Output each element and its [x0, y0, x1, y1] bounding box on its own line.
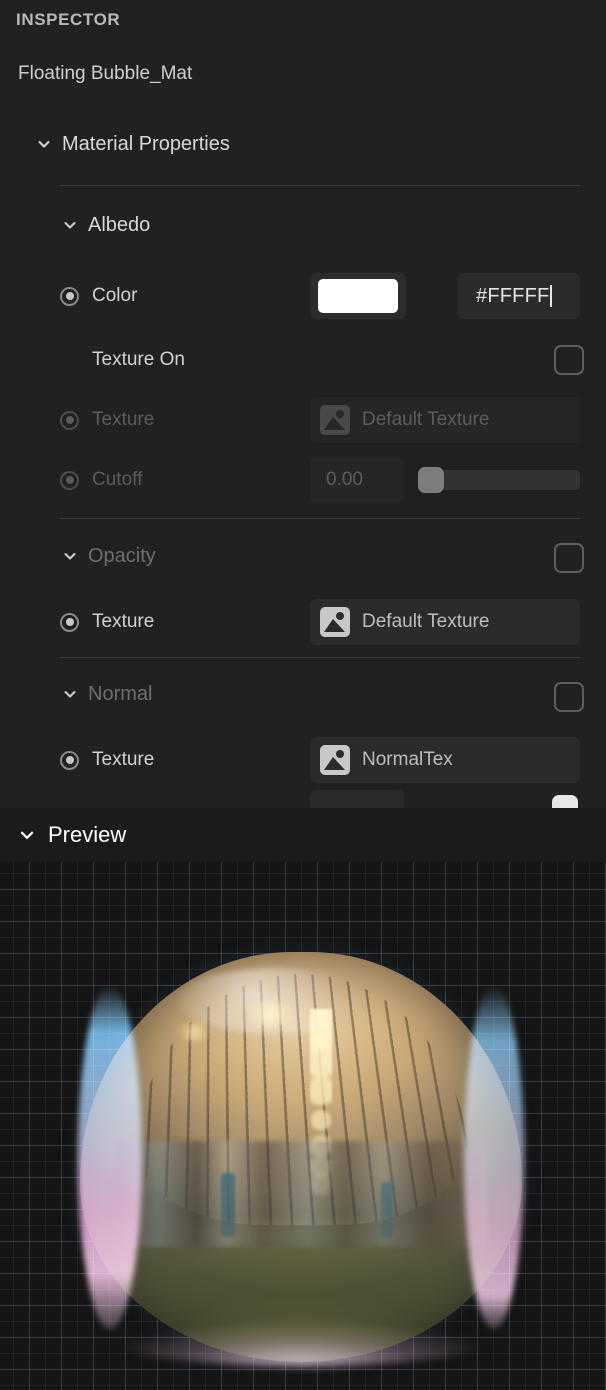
row-albedo-cutoff: Cutoff 0.00	[0, 457, 606, 503]
row-label: Color	[92, 285, 138, 306]
radio-albedo-color[interactable]	[60, 286, 79, 306]
texture-slot-value: NormalTex	[362, 749, 453, 770]
specular-highlight	[177, 968, 372, 1034]
texture-slot-opacity[interactable]: Default Texture	[310, 599, 580, 645]
image-icon	[320, 607, 350, 637]
row-opacity-toggle	[0, 536, 606, 580]
divider	[60, 185, 580, 186]
color-swatch-button[interactable]	[310, 273, 406, 319]
section-header-albedo[interactable]: Albedo	[62, 215, 150, 235]
divider	[60, 657, 580, 658]
preview-viewport[interactable]	[0, 862, 606, 1390]
cutoff-value: 0.00	[326, 469, 363, 490]
row-label: Texture	[92, 611, 155, 632]
slider-track	[430, 470, 580, 490]
section-header-preview[interactable]: Preview	[0, 808, 606, 862]
clipped-number-input[interactable]	[310, 790, 404, 808]
inspector-panel: INSPECTOR Floating Bubble_Mat Material P…	[0, 0, 606, 808]
cutoff-slider[interactable]	[418, 467, 580, 493]
text-cursor	[550, 285, 553, 307]
chevron-down-icon	[36, 136, 52, 152]
image-icon	[320, 745, 350, 775]
clipped-slider-handle[interactable]	[552, 795, 578, 808]
texture-slot-value: Default Texture	[362, 611, 490, 632]
texture-slot-value: Default Texture	[362, 409, 490, 430]
checkbox-normal-enabled[interactable]	[554, 682, 584, 712]
checkbox-albedo-texture-on[interactable]	[554, 345, 584, 375]
row-label: Cutoff	[92, 469, 143, 490]
divider	[60, 518, 580, 519]
iridescent-rim-left	[78, 984, 142, 1330]
radio-albedo-cutoff[interactable]	[60, 470, 79, 490]
chevron-down-icon	[18, 826, 36, 844]
inspector-app: INSPECTOR Floating Bubble_Mat Material P…	[0, 0, 606, 1390]
preview-label: Preview	[48, 822, 127, 847]
radio-opacity-texture[interactable]	[60, 612, 79, 632]
page-title: INSPECTOR	[16, 10, 121, 29]
color-swatch	[318, 279, 398, 313]
row-label: Texture	[92, 749, 155, 770]
row-albedo-texture-on: Texture On	[0, 338, 606, 382]
section-label: Albedo	[88, 214, 151, 236]
row-albedo-texture: Texture Default Texture	[0, 397, 606, 443]
chevron-down-icon	[62, 217, 78, 233]
image-icon	[320, 405, 350, 435]
cutoff-number-input[interactable]: 0.00	[310, 457, 404, 503]
iridescent-rim-right	[464, 984, 524, 1330]
radio-normal-texture[interactable]	[60, 750, 79, 770]
bubble-body	[80, 952, 522, 1362]
section-header-material-properties[interactable]: Material Properties	[36, 134, 230, 154]
row-label: Texture On	[92, 349, 185, 370]
iridescent-rim-bottom	[124, 1320, 478, 1366]
row-opacity-texture: Texture Default Texture	[0, 599, 606, 645]
hex-input[interactable]: #FFFFF	[458, 273, 580, 319]
material-name: Floating Bubble_Mat	[18, 63, 193, 84]
row-albedo-color: Color #FFFFF	[0, 273, 606, 319]
row-normal-texture: Texture NormalTex	[0, 737, 606, 783]
slider-handle[interactable]	[418, 467, 444, 493]
texture-slot-albedo[interactable]: Default Texture	[310, 397, 580, 443]
row-normal-toggle	[0, 675, 606, 719]
section-label: Material Properties	[62, 133, 230, 155]
preview-object-bubble[interactable]	[78, 952, 524, 1366]
row-label: Texture	[92, 409, 155, 430]
checkbox-opacity-enabled[interactable]	[554, 543, 584, 573]
texture-slot-normal[interactable]: NormalTex	[310, 737, 580, 783]
radio-albedo-texture[interactable]	[60, 410, 79, 430]
hex-input-value: #FFFFF	[476, 284, 550, 307]
